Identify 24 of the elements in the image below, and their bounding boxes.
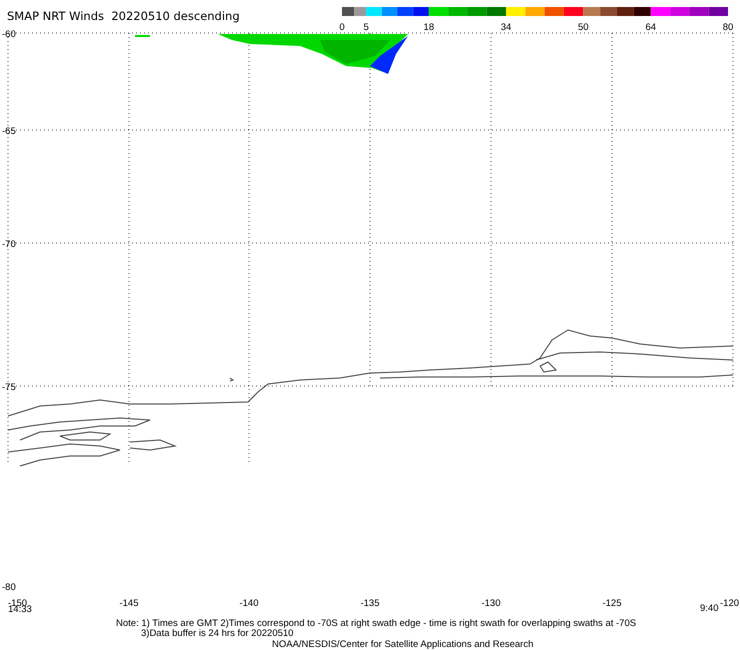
note-text: Note: 1) Times are GMT 2)Times correspond to -70S at right swath edge - time is right swath for overlapping swaths at -70S xyxy=(116,618,636,629)
colorbar-label: 18 xyxy=(424,22,434,33)
latitude-label: -70 xyxy=(2,239,16,250)
colorbar-label: 64 xyxy=(646,22,656,33)
start-time: 14:33 xyxy=(8,604,32,615)
latitude-label: -60 xyxy=(2,29,16,40)
latitude-label: -80 xyxy=(2,582,16,593)
note-text: 3)Data buffer is 24 hrs for 20220510 xyxy=(141,628,294,639)
latitude-label: -75 xyxy=(2,382,16,393)
latitude-label: -65 xyxy=(2,126,16,137)
colorbar-label: 34 xyxy=(500,22,512,33)
end-time: 9:40 xyxy=(700,603,718,614)
longitude-label: -135 xyxy=(360,598,380,609)
credit-text: NOAA/NESDIS/Center for Satellite Applications and Research xyxy=(272,639,534,650)
longitude-label: -145 xyxy=(120,598,138,609)
colorbar-label: 80 xyxy=(722,22,734,33)
chart-title: SMAP NRT Winds 20220510 descending xyxy=(7,9,240,23)
longitude-label: -120 xyxy=(720,598,740,609)
colorbar-label: 0 xyxy=(339,22,345,33)
colorbar-label: 5 xyxy=(363,22,369,33)
colorbar-label: 50 xyxy=(578,22,589,33)
longitude-label: -125 xyxy=(602,598,622,609)
longitude-label: -130 xyxy=(482,598,500,609)
longitude-label: -140 xyxy=(240,598,258,609)
